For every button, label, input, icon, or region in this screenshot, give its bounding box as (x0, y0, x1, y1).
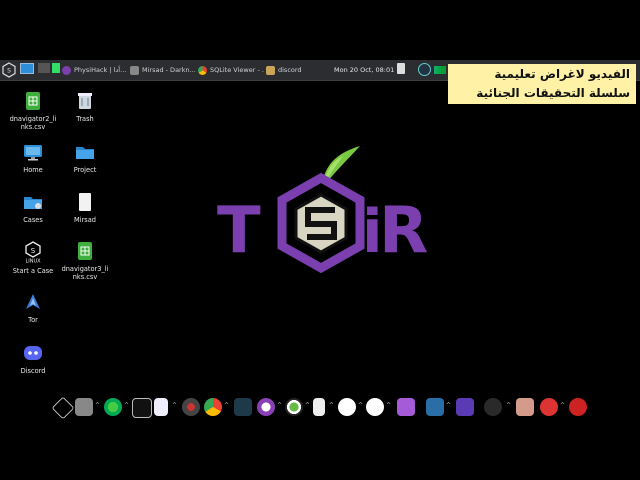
dock-files-icon[interactable] (75, 398, 93, 416)
wallpaper-logo: T i R (217, 146, 428, 274)
expand-arrow-icon[interactable]: ^ (224, 402, 229, 409)
dock-knot-icon[interactable] (540, 398, 558, 416)
desktop-icon-start-a-case[interactable]: S LINUX Start a Case (8, 241, 58, 275)
dock-browser-icon[interactable] (104, 398, 122, 416)
desktop-icon-trash[interactable]: Trash (60, 91, 110, 123)
task-discord[interactable]: discord (266, 62, 326, 78)
folder-icon (75, 142, 95, 162)
desktop-icon-label: Home (23, 166, 43, 174)
expand-arrow-icon[interactable]: ^ (386, 402, 391, 409)
dock-feather-icon[interactable] (366, 398, 384, 416)
desktop-icon-project[interactable]: Project (60, 142, 110, 174)
desktop-icon-label: dnavigator3_links.csv (61, 265, 109, 281)
spreadsheet-icon (23, 91, 43, 111)
svg-text:S: S (7, 68, 11, 75)
dock-tool-icon[interactable] (234, 398, 252, 416)
dock-record-icon[interactable] (182, 398, 200, 416)
browser-icon (62, 65, 71, 75)
expand-arrow-icon[interactable]: ^ (172, 402, 177, 409)
desktop-icon-label: Mirsad (74, 216, 96, 224)
desktop-icon-label: Start a Case (12, 267, 54, 275)
desktop-icon-cases[interactable]: Cases (8, 192, 58, 224)
expand-arrow-icon[interactable]: ^ (95, 402, 100, 409)
dock-distro-icon[interactable] (51, 396, 75, 420)
discord-icon (23, 343, 43, 363)
svg-text:S: S (31, 247, 36, 255)
expand-arrow-icon[interactable]: ^ (124, 402, 129, 409)
folder-icon (23, 192, 43, 212)
tray-globe-icon[interactable] (418, 63, 431, 76)
desktop-icon-tor[interactable]: Tor (8, 292, 58, 324)
expand-arrow-icon[interactable]: ^ (506, 402, 511, 409)
caption-overlay: الفيديو لاغراض تعليمية سلسلة التحقيقات ا… (448, 64, 636, 104)
dock-purple-icon[interactable] (456, 398, 474, 416)
desktop-icon-dnavigator3[interactable]: dnavigator3_links.csv (60, 241, 110, 281)
desktop-icon-label: Discord (20, 367, 46, 375)
dock-text-editor-icon[interactable] (154, 398, 168, 416)
desktop-icon-label: Trash (76, 115, 94, 123)
expand-arrow-icon[interactable]: ^ (358, 402, 363, 409)
dock: ^ ^ ^ ^ ^ ^ ^ ^ ^ ^ ^ ^ (50, 396, 595, 420)
linux-s-icon: S LINUX (23, 241, 43, 265)
dock-app-icon[interactable] (285, 398, 303, 416)
clock[interactable]: Mon 20 Oct, 08:01 (334, 62, 394, 78)
desktop-icon-label: Cases (23, 216, 43, 224)
desktop-icon-label: Tor (28, 316, 38, 324)
desktop-icon-mirsad[interactable]: Mirsad (60, 192, 110, 224)
spreadsheet-icon (75, 241, 95, 261)
dock-graduation-icon[interactable] (569, 398, 587, 416)
expand-arrow-icon[interactable]: ^ (446, 402, 451, 409)
task-sqlite[interactable]: SQLite Viewer - ... (198, 62, 264, 78)
distro-logo-icon[interactable]: S (2, 62, 16, 78)
expand-arrow-icon[interactable]: ^ (277, 402, 282, 409)
desktop-icon-label: dnavigator2_links.csv (9, 115, 57, 131)
expand-arrow-icon[interactable]: ^ (329, 402, 334, 409)
dock-chrome-icon[interactable] (204, 398, 222, 416)
desktop-icon-home[interactable]: Home (8, 142, 58, 174)
dock-bot-icon[interactable] (484, 398, 502, 416)
folder-icon (266, 65, 275, 75)
dock-terminal-icon[interactable] (132, 398, 152, 418)
logo-letter-t: T (217, 194, 261, 268)
expand-arrow-icon[interactable]: ^ (305, 402, 310, 409)
task-physihack[interactable]: PhysiHack | أدا... (62, 62, 128, 78)
clipboard-icon[interactable] (397, 63, 405, 74)
app-icon (130, 65, 139, 75)
expand-arrow-icon[interactable]: ^ (560, 402, 565, 409)
desktop-icon-discord[interactable]: Discord (8, 343, 58, 375)
dock-android-icon[interactable] (313, 398, 325, 416)
dock-wireshark-icon[interactable] (426, 398, 444, 416)
desktop-icon-dnavigator2[interactable]: dnavigator2_links.csv (8, 91, 58, 131)
caption-line-2: سلسلة التحقيقات الجنائية (476, 86, 630, 100)
taskbar-monitor-icon[interactable] (20, 63, 34, 74)
trash-icon (75, 91, 95, 111)
chrome-icon (198, 65, 207, 75)
dock-hex-icon[interactable] (397, 398, 415, 416)
system-monitor-graph (434, 66, 446, 74)
svg-text:LINUX: LINUX (25, 259, 41, 264)
document-icon (75, 192, 95, 212)
dock-circles-icon[interactable] (338, 398, 356, 416)
taskbar-terminal-icon[interactable] (52, 63, 60, 73)
logo-letter-r: R (379, 194, 428, 268)
monitor-icon (23, 142, 43, 162)
tor-icon (23, 292, 43, 312)
taskbar-files-icon[interactable] (38, 63, 50, 73)
desktop-icon-label: Project (73, 166, 97, 174)
task-mirsad[interactable]: Mirsad - Darkn... (130, 62, 196, 78)
caption-line-1: الفيديو لاغراض تعليمية (494, 67, 630, 81)
dock-avatar-icon[interactable] (516, 398, 534, 416)
dock-sync-icon[interactable] (257, 398, 275, 416)
